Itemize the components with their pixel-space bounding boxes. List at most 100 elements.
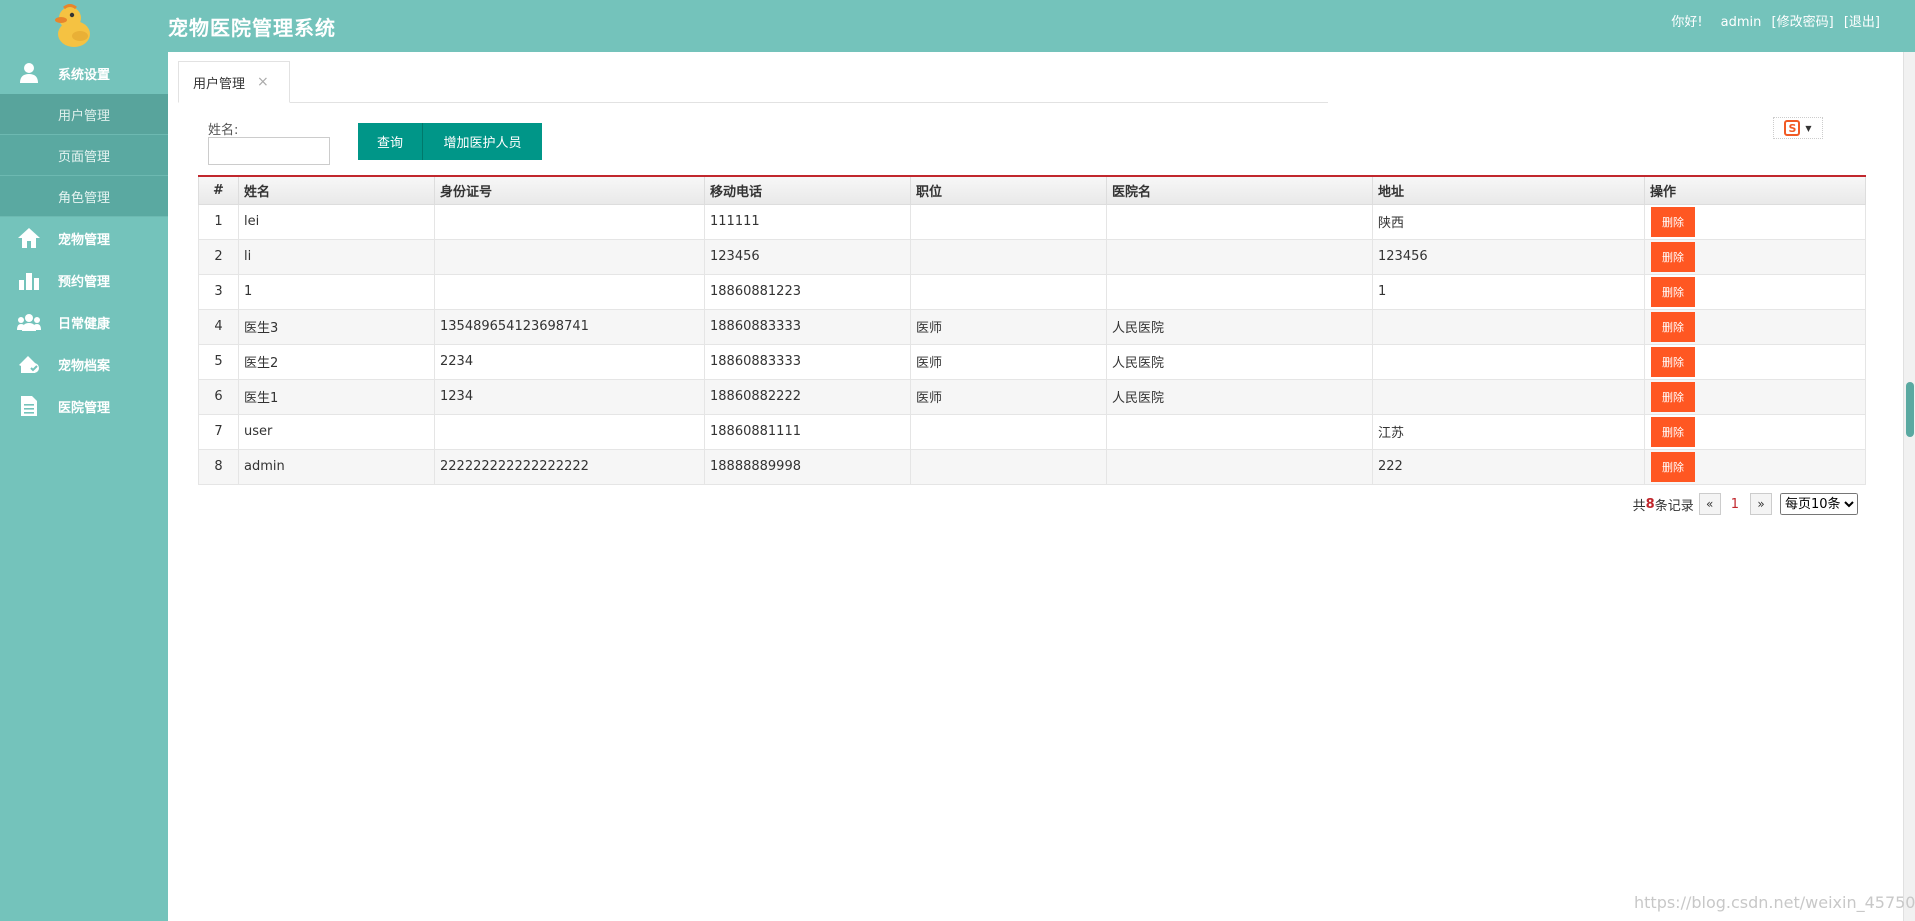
cell-position bbox=[910, 413, 1107, 450]
cell-index: 6 bbox=[198, 378, 239, 415]
record-count-prefix: 共 bbox=[1632, 498, 1646, 514]
cell-address bbox=[1372, 343, 1645, 380]
delete-button[interactable]: 删除 bbox=[1651, 346, 1695, 377]
delete-button[interactable]: 删除 bbox=[1651, 451, 1695, 482]
pet-icon bbox=[19, 356, 39, 373]
cell-name: 医生1 bbox=[238, 378, 435, 415]
sidebar-item-pet-management[interactable]: 宠物管理 bbox=[0, 217, 168, 259]
cell-hospital bbox=[1106, 238, 1373, 275]
cell-hospital: 人民医院 bbox=[1106, 308, 1373, 345]
cell-mobile: 123456 bbox=[704, 238, 911, 275]
cell-index: 7 bbox=[198, 413, 239, 450]
cell-position bbox=[910, 273, 1107, 310]
current-page[interactable]: 1 bbox=[1731, 497, 1739, 512]
delete-button[interactable]: 删除 bbox=[1651, 276, 1695, 307]
bar-chart-icon bbox=[19, 273, 39, 290]
delete-button[interactable]: 删除 bbox=[1651, 416, 1695, 447]
main-content: 用户管理 × 姓名: 查询 增加医护人员 S ▼ # 姓名 身份证号 移动电话 … bbox=[168, 52, 1903, 921]
sidebar-item-appointment-management[interactable]: 预约管理 bbox=[0, 259, 168, 301]
caret-down-icon: ▼ bbox=[1805, 123, 1812, 133]
col-header-mobile: 移动电话 bbox=[704, 175, 911, 205]
cell-hospital bbox=[1106, 448, 1373, 485]
cell-id-number: 2234 bbox=[434, 343, 705, 380]
delete-button[interactable]: 删除 bbox=[1651, 206, 1695, 237]
change-password-link[interactable]: [修改密码] bbox=[1772, 15, 1834, 30]
cell-address: 江苏 bbox=[1372, 413, 1645, 450]
col-header-index: # bbox=[198, 175, 239, 205]
cell-id-number bbox=[434, 238, 705, 275]
sidebar-item-system-settings[interactable]: 系统设置 bbox=[0, 52, 168, 94]
add-staff-button[interactable]: 增加医护人员 bbox=[422, 123, 542, 160]
cell-mobile: 18860881223 bbox=[704, 273, 911, 310]
watermark-text: https://blog.csdn.net/weixin_45750623 bbox=[1634, 893, 1915, 912]
username-text: admin bbox=[1720, 15, 1762, 30]
sidebar-item-label: 预约管理 bbox=[58, 274, 111, 290]
name-search-input[interactable] bbox=[208, 137, 330, 165]
tab-bar: 用户管理 × bbox=[178, 61, 1328, 103]
table-row: 7 user 18860881111 江苏 删除 bbox=[198, 413, 1866, 450]
page-size-select[interactable]: 每页10条 bbox=[1780, 493, 1858, 515]
top-header: 宠物医院管理系统 你好! admin [修改密码] [退出] bbox=[0, 0, 1915, 52]
sidebar-item-label: 日常健康 bbox=[58, 316, 111, 332]
record-count: 8 bbox=[1645, 496, 1655, 512]
cell-address: 1 bbox=[1372, 273, 1645, 310]
cell-mobile: 18860882222 bbox=[704, 378, 911, 415]
sidebar-item-label: 宠物管理 bbox=[58, 232, 111, 248]
cell-index: 3 bbox=[198, 273, 239, 310]
group-icon bbox=[17, 314, 41, 331]
cell-name: admin bbox=[238, 448, 435, 485]
delete-button[interactable]: 删除 bbox=[1651, 381, 1695, 412]
tab-label: 用户管理 bbox=[193, 76, 246, 92]
col-header-name: 姓名 bbox=[238, 175, 435, 205]
cell-actions: 删除 bbox=[1644, 273, 1866, 310]
cell-actions: 删除 bbox=[1644, 413, 1866, 450]
cell-address: 123456 bbox=[1372, 238, 1645, 275]
cell-position: 医师 bbox=[910, 308, 1107, 345]
sidebar: 系统设置 用户管理 页面管理 角色管理 宠物管理 预约管理 日常健康 宠物档案 … bbox=[0, 52, 168, 921]
sidebar-item-pet-records[interactable]: 宠物档案 bbox=[0, 343, 168, 385]
delete-button[interactable]: 删除 bbox=[1651, 311, 1695, 342]
table-row: 5 医生2 2234 18860883333 医师 人民医院 删除 bbox=[198, 343, 1866, 380]
sogou-ime-toolbar[interactable]: S ▼ bbox=[1773, 117, 1823, 139]
vertical-scrollbar[interactable] bbox=[1903, 52, 1915, 921]
cell-position: 医师 bbox=[910, 343, 1107, 380]
sidebar-item-label: 宠物档案 bbox=[58, 358, 111, 374]
sidebar-item-label: 医院管理 bbox=[58, 400, 111, 416]
logout-link[interactable]: [退出] bbox=[1844, 15, 1880, 30]
document-icon bbox=[21, 396, 37, 416]
prev-page-button[interactable]: « bbox=[1698, 493, 1721, 515]
cell-id-number: 135489654123698741 bbox=[434, 308, 705, 345]
scrollbar-thumb[interactable] bbox=[1906, 382, 1914, 437]
cell-id-number bbox=[434, 273, 705, 310]
sidebar-item-page-management[interactable]: 页面管理 bbox=[0, 135, 168, 176]
cell-mobile: 111111 bbox=[704, 203, 911, 240]
cell-id-number bbox=[434, 413, 705, 450]
cell-hospital: 人民医院 bbox=[1106, 343, 1373, 380]
sidebar-item-daily-health[interactable]: 日常健康 bbox=[0, 301, 168, 343]
table-row: 8 admin 222222222222222222 18888889998 2… bbox=[198, 448, 1866, 485]
record-count-suffix: 条记录 bbox=[1654, 498, 1694, 514]
sidebar-item-user-management[interactable]: 用户管理 bbox=[0, 94, 168, 135]
cell-name: user bbox=[238, 413, 435, 450]
delete-button[interactable]: 删除 bbox=[1651, 241, 1695, 272]
user-table: # 姓名 身份证号 移动电话 职位 医院名 地址 操作 1 lei 111111… bbox=[198, 175, 1866, 485]
close-icon[interactable]: × bbox=[257, 74, 269, 90]
query-button[interactable]: 查询 bbox=[358, 123, 422, 160]
cell-mobile: 18888889998 bbox=[704, 448, 911, 485]
next-page-button[interactable]: » bbox=[1750, 493, 1772, 515]
cell-index: 4 bbox=[198, 308, 239, 345]
tab-user-management[interactable]: 用户管理 × bbox=[178, 61, 290, 103]
cell-index: 1 bbox=[198, 203, 239, 240]
pagination: 共 8 条记录 « 1 » 每页10条 bbox=[1633, 493, 1858, 515]
table-row: 4 医生3 135489654123698741 18860883333 医师 … bbox=[198, 308, 1866, 345]
cell-actions: 删除 bbox=[1644, 308, 1866, 345]
sidebar-item-hospital-management[interactable]: 医院管理 bbox=[0, 385, 168, 427]
cell-position bbox=[910, 238, 1107, 275]
cell-actions: 删除 bbox=[1644, 203, 1866, 240]
cell-id-number: 1234 bbox=[434, 378, 705, 415]
cell-id-number: 222222222222222222 bbox=[434, 448, 705, 485]
cell-hospital bbox=[1106, 273, 1373, 310]
table-row: 3 1 18860881223 1 删除 bbox=[198, 273, 1866, 310]
sidebar-item-role-management[interactable]: 角色管理 bbox=[0, 176, 168, 217]
cell-actions: 删除 bbox=[1644, 343, 1866, 380]
